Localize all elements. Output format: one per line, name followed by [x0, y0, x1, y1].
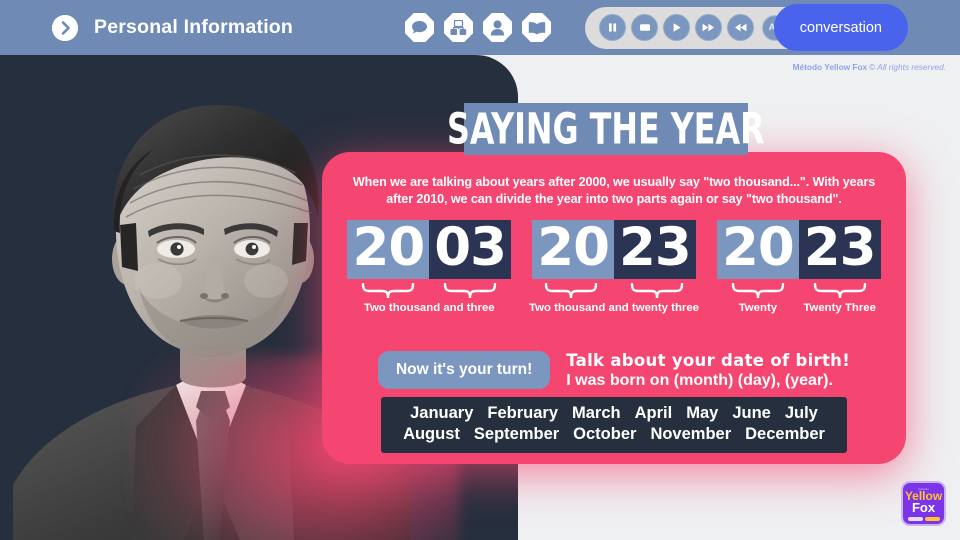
- year-examples: 20 03 Two thousand and three 20 23 Two t…: [322, 220, 906, 320]
- page-title: Personal Information: [94, 16, 294, 38]
- year-label: Two thousand and three: [363, 302, 495, 314]
- year-number: 20 03: [347, 220, 511, 279]
- months-row-1: January February March April May June Ju…: [393, 404, 835, 423]
- month-item[interactable]: October: [573, 425, 636, 444]
- flashcards-icon[interactable]: [444, 13, 474, 42]
- month-item[interactable]: December: [745, 425, 825, 444]
- month-item[interactable]: January: [410, 404, 473, 423]
- months-panel: January February March April May June Ju…: [381, 397, 847, 453]
- brace-row: [347, 283, 511, 299]
- curly-brace-icon: [362, 283, 415, 299]
- logo-pill-yellow: [924, 516, 940, 521]
- chevron-right-circle-icon: [52, 14, 78, 41]
- prompt-line-2: I was born on (month) (day), (year).: [566, 371, 833, 389]
- year-part-first: 20: [347, 220, 430, 279]
- slide-root: SAYING THE YEAR When we are talking abou…: [0, 0, 960, 540]
- year-label: Two thousand and twenty three: [528, 302, 700, 314]
- curly-brace-icon: [443, 283, 497, 299]
- month-item[interactable]: March: [572, 404, 621, 423]
- year-label: Twenty: [738, 302, 778, 314]
- curly-brace-icon: [630, 283, 683, 299]
- months-row-2: August September October November Decemb…: [393, 425, 835, 444]
- your-turn-button[interactable]: Now it's your turn!: [377, 351, 551, 389]
- fast-forward-button[interactable]: [695, 14, 723, 41]
- play-button[interactable]: [663, 14, 691, 41]
- back-button[interactable]: [52, 14, 78, 41]
- slide-title-banner: SAYING THE YEAR: [447, 103, 765, 155]
- year-part-first: 20: [532, 220, 614, 279]
- year-label-row: Two thousand and three: [347, 302, 511, 314]
- month-item[interactable]: June: [732, 404, 771, 423]
- month-item[interactable]: May: [686, 404, 718, 423]
- lesson-card: When we are talking about years after 20…: [322, 152, 906, 464]
- curly-brace-icon: [731, 283, 785, 299]
- open-book-icon[interactable]: [522, 13, 552, 42]
- month-item[interactable]: September: [474, 425, 559, 444]
- pause-button[interactable]: [599, 14, 627, 41]
- month-item[interactable]: November: [650, 425, 731, 444]
- copyright-notice: Método Yellow Fox © All rights reserved.: [793, 62, 946, 72]
- person-icon[interactable]: [483, 13, 513, 42]
- month-item[interactable]: April: [635, 404, 673, 423]
- copyright-rights: All rights reserved.: [877, 62, 946, 72]
- copyright-symbol-icon: ©: [869, 62, 876, 72]
- month-item[interactable]: July: [785, 404, 818, 423]
- conversation-button[interactable]: conversation: [773, 4, 908, 51]
- year-number: 20 23: [532, 220, 696, 279]
- year-label-row: Twenty Twenty Three: [717, 302, 881, 314]
- logo-pills: [907, 516, 940, 521]
- lesson-intro-text: When we are talking about years after 20…: [352, 175, 876, 207]
- brace-row: [717, 283, 881, 299]
- year-group: 20 23 Two thousand and twenty three: [529, 220, 699, 314]
- your-turn-row: Now it's your turn! Talk about your date…: [322, 342, 906, 398]
- year-part-second: 23: [614, 220, 696, 279]
- year-part-first: 20: [717, 220, 799, 279]
- copyright-brand: Método Yellow Fox: [792, 62, 868, 72]
- year-label: Twenty Three: [803, 302, 876, 314]
- logo-fox-text: Fox: [911, 499, 936, 515]
- year-label-row: Two thousand and twenty three: [529, 302, 699, 314]
- curly-brace-icon: [813, 283, 866, 299]
- month-item[interactable]: August: [403, 425, 460, 444]
- rewind-button[interactable]: [727, 14, 755, 41]
- brace-row: [529, 283, 699, 299]
- prompt-text: Talk about your date of birth! I was bor…: [566, 351, 850, 390]
- yellow-fox-logo: método Yellow Fox: [901, 481, 946, 526]
- year-part-second: 03: [429, 220, 511, 279]
- year-part-second: 23: [798, 220, 881, 279]
- header-icon-group: [405, 13, 552, 42]
- year-group: 20 23 Twenty Twenty Three: [717, 220, 881, 314]
- curly-brace-icon: [545, 283, 598, 299]
- prompt-line-1: Talk about your date of birth!: [566, 350, 851, 370]
- month-item[interactable]: February: [487, 404, 558, 423]
- speech-bubble-icon[interactable]: [405, 13, 435, 42]
- slide-title: SAYING THE YEAR: [447, 104, 765, 154]
- year-number: 20 23: [717, 220, 881, 279]
- stop-button[interactable]: [631, 14, 659, 41]
- year-group: 20 03 Two thousand and three: [347, 220, 511, 314]
- logo-pill-light: [907, 516, 923, 521]
